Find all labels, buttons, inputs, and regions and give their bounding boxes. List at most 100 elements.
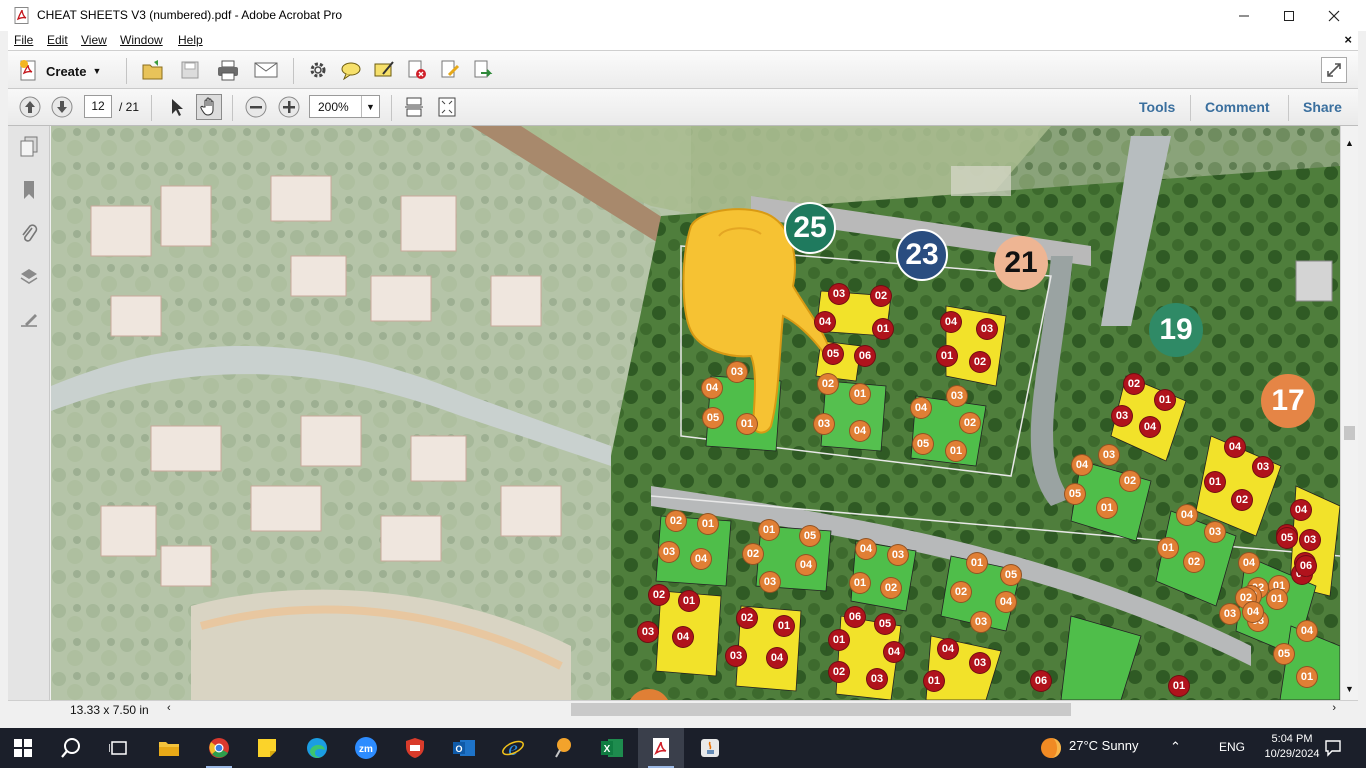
share-pane-link[interactable]: Share [1303, 99, 1342, 115]
unit-marker: 04 [1224, 436, 1246, 458]
scroll-down-icon[interactable]: ▼ [1345, 684, 1354, 694]
unit-marker: 02 [1231, 489, 1253, 511]
menu-edit[interactable]: Edit [47, 33, 68, 47]
plot-badge: 17 [1261, 374, 1315, 428]
close-button[interactable] [1311, 0, 1357, 31]
unit-marker: 01 [828, 629, 850, 651]
input-language[interactable]: ENG [1219, 740, 1245, 754]
fullscreen-button[interactable] [1321, 57, 1347, 83]
zoom-in-icon [278, 96, 300, 118]
edit-button[interactable] [437, 57, 463, 83]
taskbar-sticky-notes[interactable] [244, 728, 290, 768]
unit-marker: 01 [1154, 389, 1176, 411]
taskbar-internet-explorer[interactable]: e [490, 728, 536, 768]
weather-text[interactable]: 27°C Sunny [1069, 738, 1139, 753]
unit-marker: 01 [945, 440, 967, 462]
zoom-level-select[interactable]: 200% ▼ [309, 95, 380, 118]
menu-help[interactable]: Help [178, 33, 203, 47]
start-button[interactable] [0, 728, 46, 768]
close-document-icon[interactable]: × [1344, 32, 1352, 47]
scrolling-mode-button[interactable] [401, 94, 427, 120]
taskbar-file-explorer[interactable] [146, 728, 192, 768]
security-button[interactable] [404, 57, 430, 83]
scroll-up-icon[interactable]: ▲ [1345, 138, 1354, 148]
task-view-button[interactable] [96, 728, 142, 768]
zoom-icon: zm [355, 737, 377, 759]
page-thumbnails-button[interactable] [16, 134, 42, 160]
bookmarks-button[interactable] [16, 177, 42, 203]
taskbar-app[interactable] [392, 728, 438, 768]
plot-badge: 19 [1149, 303, 1203, 357]
edge-icon [307, 738, 327, 758]
separator [151, 95, 152, 121]
notifications-icon[interactable] [1324, 739, 1342, 757]
print-button[interactable] [215, 57, 241, 83]
unit-marker: 04 [883, 641, 905, 663]
maximize-button[interactable] [1266, 0, 1312, 31]
unit-marker: 06 [844, 606, 866, 628]
taskbar-maps[interactable] [540, 728, 586, 768]
tools-pane-link[interactable]: Tools [1139, 99, 1175, 115]
taskbar-edge[interactable] [294, 728, 340, 768]
menu-view[interactable]: View [81, 33, 107, 47]
acrobat-app-icon [14, 7, 29, 24]
acrobat-icon [653, 738, 669, 758]
hand-tool-button[interactable] [196, 94, 222, 120]
sign-button[interactable] [371, 57, 397, 83]
unit-marker: 04 [937, 638, 959, 660]
unit-marker: 02 [1183, 551, 1205, 573]
layers-icon [20, 269, 38, 284]
scroll-right-icon[interactable]: › [1332, 702, 1336, 714]
attachments-button[interactable] [16, 221, 42, 247]
create-button[interactable]: Create ▼ [18, 58, 101, 84]
save-button[interactable] [177, 57, 203, 83]
select-tool-button[interactable] [164, 94, 190, 120]
comment-button[interactable] [338, 57, 364, 83]
unit-marker: 02 [828, 661, 850, 683]
horizontal-scrollbar[interactable]: ‹ › [163, 700, 1340, 718]
chevron-up-icon[interactable]: ⌃ [1170, 739, 1181, 755]
menu-file[interactable]: File [14, 33, 33, 47]
layers-button[interactable] [16, 264, 42, 290]
menu-window[interactable]: Window [120, 33, 163, 47]
next-page-button[interactable] [49, 94, 75, 120]
scroll-left-icon[interactable]: ‹ [167, 702, 171, 714]
chevron-down-icon[interactable]: ▼ [361, 96, 379, 117]
taskbar-excel[interactable]: X [589, 728, 635, 768]
clock[interactable]: 5:04 PM 10/29/2024 [1264, 732, 1320, 762]
zoom-out-button[interactable] [243, 94, 269, 120]
search-button[interactable] [48, 728, 94, 768]
unit-marker: 01 [936, 345, 958, 367]
windows-taskbar: zm O e X 27°C Sunny ⌃ ENG 5:04 PM 10/29/… [0, 728, 1366, 768]
scrollbar-thumb[interactable] [571, 703, 1071, 716]
close-icon [1328, 10, 1340, 21]
export-button[interactable] [470, 57, 496, 83]
email-button[interactable] [253, 57, 279, 83]
page-number-input[interactable]: 12 [84, 95, 112, 118]
open-button[interactable] [140, 57, 166, 83]
signatures-button[interactable] [16, 308, 42, 334]
navigation-pane [8, 126, 50, 700]
unit-marker: 01 [1266, 588, 1288, 610]
scrollbar-thumb[interactable] [1344, 426, 1355, 440]
unit-marker: 05 [1000, 564, 1022, 586]
taskbar-java[interactable] [687, 728, 733, 768]
comment-pane-link[interactable]: Comment [1205, 99, 1270, 115]
fit-page-button[interactable] [434, 94, 460, 120]
taskbar-outlook[interactable]: O [441, 728, 487, 768]
plot-badge: 25 [784, 202, 836, 254]
save-icon [181, 61, 199, 79]
taskbar-acrobat[interactable] [638, 728, 684, 768]
vertical-scrollbar[interactable]: ▲ ▼ [1340, 126, 1358, 700]
document-view[interactable]: 25 23 21 19 17 03 02 04 01 05 06 04 03 01 02 03 04 0… [51, 126, 1340, 700]
unit-marker: 06 [1030, 670, 1052, 692]
settings-button[interactable] [305, 57, 331, 83]
zoom-in-button[interactable] [276, 94, 302, 120]
unit-marker: 04 [1071, 454, 1093, 476]
unit-marker: 04 [672, 626, 694, 648]
taskbar-zoom[interactable]: zm [343, 728, 389, 768]
previous-page-button[interactable] [17, 94, 43, 120]
window-title: CHEAT SHEETS V3 (numbered).pdf - Adobe A… [37, 8, 343, 22]
taskbar-chrome[interactable] [196, 728, 242, 768]
minimize-button[interactable] [1221, 0, 1267, 31]
